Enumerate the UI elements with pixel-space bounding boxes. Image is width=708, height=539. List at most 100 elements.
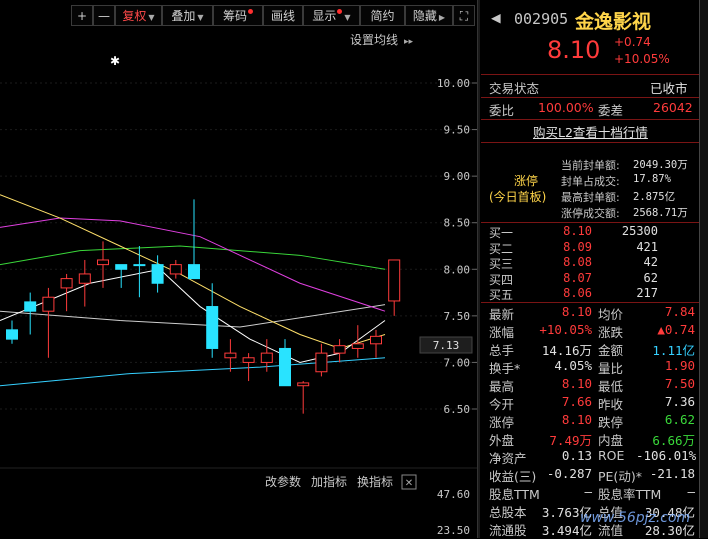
stat-value: -106.01% [636,448,697,463]
status-label: 交易状态 [489,81,540,96]
stat-value: 7.36 [664,394,695,409]
buy-level-price[interactable]: 8.08 [538,255,592,269]
stat-value: 6.66万 [652,433,695,448]
buy-level-price[interactable]: 8.06 [538,286,592,300]
stat-label: 昨收 [598,397,624,412]
minus-icon: — [98,9,110,23]
zoom-out-button[interactable]: — [93,5,115,26]
weibi-value: 100.00% [538,100,594,115]
last-price: 8.10 [547,36,601,64]
weicha-value: 26042 [653,100,693,115]
candle-body [24,301,37,312]
kline-chart[interactable]: 设置均线 ▸▸ ✱ 10.00 9.50 9.00 8.50 8.00 7.50 7.00 6… [0,32,480,538]
zoom-in-button[interactable]: + [71,5,93,26]
stat-value: 6.62 [664,412,695,427]
candle-body [133,264,146,267]
diejia-label: 叠加 [171,9,196,23]
stat-value: 7.66 [561,394,592,409]
diejia-dropdown[interactable]: 叠加 ▼ [162,5,213,26]
buy-level-volume: 421 [636,239,658,254]
buy-level-volume: 62 [643,270,658,285]
seal-row-value: 2.875亿 [633,191,676,203]
stat-value: 1.90 [664,358,695,373]
stat-value: 14.16万 [541,343,592,358]
candle-body [169,264,182,275]
buy-level-label: 买一 [489,226,514,240]
price-tick-label: 9.50 [444,124,471,137]
chouma-button[interactable]: 筹码 [213,5,263,26]
candle-body [224,352,237,359]
limit-up-tag: 涨停 [514,174,539,188]
seal-row-label: 最高封单额: [561,191,620,204]
status-value: 已收市 [650,81,688,96]
price-axis: 10.00 9.50 9.00 8.50 8.00 7.50 7.00 6.50 [437,77,477,416]
settings-ma-link[interactable]: 设置均线 [350,33,398,47]
add-indicator-button[interactable]: 加指标 [311,474,347,489]
collapse-arrow-icon[interactable]: ◀ [491,10,501,25]
buy-level-volume: 217 [636,286,658,300]
stat-label: 最新 [489,307,515,322]
stat-value: 0.13 [561,448,592,463]
separator [481,97,699,98]
stat-label: 最低 [598,379,624,394]
stat-value: -0.287 [546,466,592,481]
buy-level-price[interactable]: 8.10 [538,224,592,238]
price-change: +0.74 [614,35,651,49]
stock-name: 金逸影视 [575,11,652,33]
separator [481,142,699,143]
stat-label: 金额 [598,343,624,358]
jianyue-label: 简约 [370,9,395,23]
stat-value: +10.05% [539,322,592,337]
separator [481,302,699,303]
candle-body [370,335,382,345]
candle-body [6,329,18,340]
huaxian-button[interactable]: 画线 [263,5,303,26]
seal-row-value: 2049.30万 [633,159,688,171]
candle-body [60,278,73,289]
price-tick-label: 9.00 [444,170,471,183]
buy-l2-link[interactable]: 购买L2查看十档行情 [533,122,648,141]
candle-body [42,296,55,312]
stat-value: 7.84 [664,304,695,319]
price-tick-label: 8.00 [444,263,471,276]
right-scroll-strip[interactable] [699,0,708,538]
fuquan-label: 复权 [122,9,147,23]
chart-grid [0,82,477,410]
stat-value: 8.10 [561,304,592,319]
close-icon: ✕ [405,478,413,489]
yincang-dropdown[interactable]: 隐藏 ▶ [405,5,453,26]
stat-value: 7.50 [664,376,695,391]
stat-label: 换手* [489,361,521,376]
candle-body [115,264,128,270]
xianshi-label: 显示 [312,9,337,23]
candle-body [78,273,91,284]
weibi-label: 委比 [489,103,515,118]
buy-level-label: 买三 [489,257,514,271]
stat-value: — [584,484,592,499]
stat-label: ROE [598,448,625,463]
chouma-label: 筹码 [222,9,247,23]
seal-row-label: 封单占成交: [561,175,620,188]
candle-body [206,306,219,349]
panel-divider[interactable] [477,0,480,538]
price-tick-label: 10.00 [437,77,470,90]
stat-label: 外盘 [489,433,515,448]
change-params-button[interactable]: 改参数 [265,474,301,489]
huaxian-label: 画线 [270,9,295,23]
xianshi-dropdown[interactable]: 显示 ▼ [303,5,360,26]
fullscreen-button[interactable]: ⛶ [453,5,475,26]
fuquan-dropdown[interactable]: 复权 ▼ [115,5,162,26]
swap-indicator-button[interactable]: 换指标 [357,474,393,489]
jianyue-button[interactable]: 简约 [360,5,405,26]
caret-down-icon: ▼ [148,13,155,22]
stat-value: 8.10 [561,412,592,427]
buy-level-label: 买四 [489,272,514,287]
notification-dot-icon [248,9,253,14]
ma-line [0,304,386,328]
candle-body [151,264,164,284]
stat-label: 流通股 [489,523,527,538]
stock-code: 002905 [514,10,569,28]
buy-level-label: 买五 [489,288,514,302]
buy-level-price[interactable]: 8.07 [538,271,592,285]
buy-level-price[interactable]: 8.09 [538,240,592,254]
